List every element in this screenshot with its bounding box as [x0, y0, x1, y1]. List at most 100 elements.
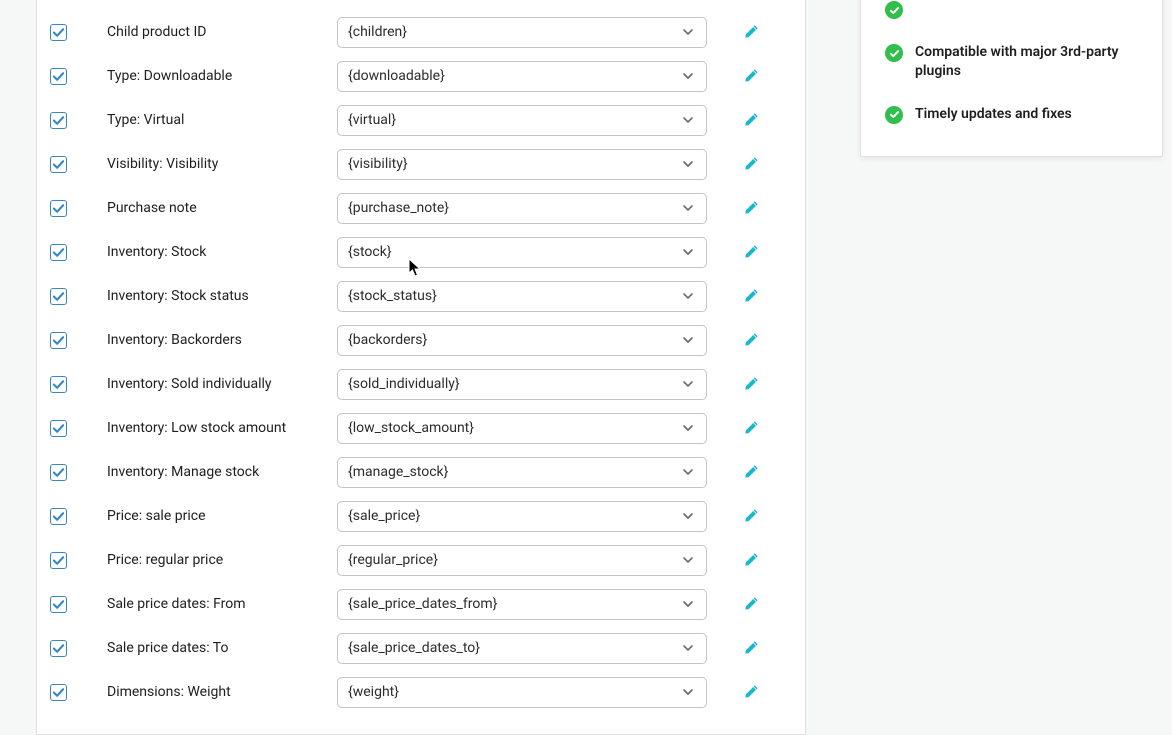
field-value-select[interactable]: {purchase_note} [337, 193, 707, 224]
select-value: {stock} [348, 244, 392, 260]
edit-pencil-icon[interactable] [743, 111, 761, 129]
field-label: Sale price dates: From [107, 596, 337, 612]
row-checkbox[interactable] [50, 288, 67, 305]
row-checkbox[interactable] [50, 596, 67, 613]
row-checkbox[interactable] [50, 200, 67, 217]
edit-pencil-icon[interactable] [743, 595, 761, 613]
field-value-select[interactable]: {manage_stock} [337, 457, 707, 488]
row-checkbox[interactable] [50, 68, 67, 85]
edit-pencil-icon[interactable] [743, 243, 761, 261]
row-checkbox[interactable] [50, 156, 67, 173]
select-value: {downloadable} [348, 68, 445, 84]
edit-pencil-icon[interactable] [743, 199, 761, 217]
row-checkbox[interactable] [50, 464, 67, 481]
edit-pencil-icon[interactable] [743, 67, 761, 85]
chevron-down-icon [680, 640, 696, 656]
edit-pencil-icon[interactable] [743, 683, 761, 701]
chevron-down-icon [680, 684, 696, 700]
field-row: Type: Virtual {virtual} [47, 98, 795, 142]
chevron-down-icon [680, 156, 696, 172]
chevron-down-icon [680, 508, 696, 524]
select-value: {manage_stock} [348, 464, 448, 480]
chevron-down-icon [680, 376, 696, 392]
select-value: {sale_price_dates_from} [348, 596, 497, 612]
sidebar-feature-text: Timely updates and fixes [915, 105, 1072, 124]
chevron-down-icon [680, 596, 696, 612]
row-checkbox[interactable] [50, 552, 67, 569]
field-value-select[interactable]: {low_stock_amount} [337, 413, 707, 444]
row-checkbox[interactable] [50, 112, 67, 129]
chevron-down-icon [680, 24, 696, 40]
edit-pencil-icon[interactable] [743, 287, 761, 305]
select-value: {sold_individually} [348, 376, 460, 392]
field-label: Inventory: Low stock amount [107, 420, 337, 436]
field-value-select[interactable]: {children} [337, 17, 707, 48]
select-value: {weight} [348, 684, 399, 700]
select-value: {purchase_note} [348, 200, 449, 216]
row-checkbox[interactable] [50, 332, 67, 349]
field-value-select[interactable]: {virtual} [337, 105, 707, 136]
field-label: Price: sale price [107, 508, 337, 524]
field-value-select[interactable]: {downloadable} [337, 61, 707, 92]
check-circle-icon [885, 44, 903, 62]
field-value-select[interactable]: {sale_price_dates_from} [337, 589, 707, 620]
info-sidebar: Compatible with major 3rd-party plugins … [860, 0, 1163, 157]
field-label: Sale price dates: To [107, 640, 337, 656]
select-value: {regular_price} [348, 552, 438, 568]
select-value: {stock_status} [348, 288, 437, 304]
field-row: Inventory: Manage stock {manage_stock} [47, 450, 795, 494]
edit-pencil-icon[interactable] [743, 23, 761, 41]
edit-pencil-icon[interactable] [743, 551, 761, 569]
edit-pencil-icon[interactable] [743, 155, 761, 173]
field-row: Inventory: Sold individually {sold_indivi… [47, 362, 795, 406]
row-checkbox[interactable] [50, 24, 67, 41]
edit-pencil-icon[interactable] [743, 331, 761, 349]
field-row: Dimensions: Weight {weight} [47, 670, 795, 714]
edit-pencil-icon[interactable] [743, 463, 761, 481]
chevron-down-icon [680, 68, 696, 84]
edit-pencil-icon[interactable] [743, 507, 761, 525]
select-value: {virtual} [348, 112, 396, 128]
field-label: Child product ID [107, 24, 337, 40]
select-value: {children} [348, 24, 407, 40]
edit-pencil-icon[interactable] [743, 639, 761, 657]
field-value-select[interactable]: {sale_price_dates_to} [337, 633, 707, 664]
row-checkbox[interactable] [50, 244, 67, 261]
field-value-select[interactable]: {visibility} [337, 149, 707, 180]
check-circle-icon [885, 106, 903, 124]
select-value: {low_stock_amount} [348, 420, 474, 436]
sidebar-feature-item: Compatible with major 3rd-party plugins [885, 31, 1138, 93]
field-row: Sale price dates: From {sale_price_dates_… [47, 582, 795, 626]
field-value-select[interactable]: {stock_status} [337, 281, 707, 312]
sidebar-feature-item: Timely updates and fixes [885, 93, 1138, 136]
field-row: Inventory: Backorders{backorders} [47, 318, 795, 362]
field-value-select[interactable]: {backorders} [337, 325, 707, 356]
field-row: Child product ID {children} [47, 10, 795, 54]
row-checkbox[interactable] [50, 508, 67, 525]
field-value-select[interactable]: {sold_individually} [337, 369, 707, 400]
row-checkbox[interactable] [50, 684, 67, 701]
field-label: Type: Virtual [107, 112, 337, 128]
row-checkbox[interactable] [50, 420, 67, 437]
field-label: Inventory: Manage stock [107, 464, 337, 480]
field-value-select[interactable]: {stock} [337, 237, 707, 268]
row-checkbox[interactable] [50, 376, 67, 393]
field-row: Inventory: Stock status{stock_status} [47, 274, 795, 318]
chevron-down-icon [680, 244, 696, 260]
field-row: Sale price dates: To{sale_price_dates_to… [47, 626, 795, 670]
edit-pencil-icon[interactable] [743, 375, 761, 393]
sidebar-feature-text: Compatible with major 3rd-party plugins [915, 43, 1138, 81]
field-label: Type: Downloadable [107, 68, 337, 84]
field-label: Inventory: Backorders [107, 332, 337, 348]
field-value-select[interactable]: {weight} [337, 677, 707, 708]
field-label: Inventory: Sold individually [107, 376, 337, 392]
field-row: Price: regular price{regular_price} [47, 538, 795, 582]
sidebar-feature-item [885, 0, 1138, 31]
field-label: Dimensions: Weight [107, 684, 337, 700]
chevron-down-icon [680, 288, 696, 304]
field-value-select[interactable]: {sale_price} [337, 501, 707, 532]
field-value-select[interactable]: {regular_price} [337, 545, 707, 576]
field-label: Inventory: Stock [107, 244, 337, 260]
row-checkbox[interactable] [50, 640, 67, 657]
edit-pencil-icon[interactable] [743, 419, 761, 437]
